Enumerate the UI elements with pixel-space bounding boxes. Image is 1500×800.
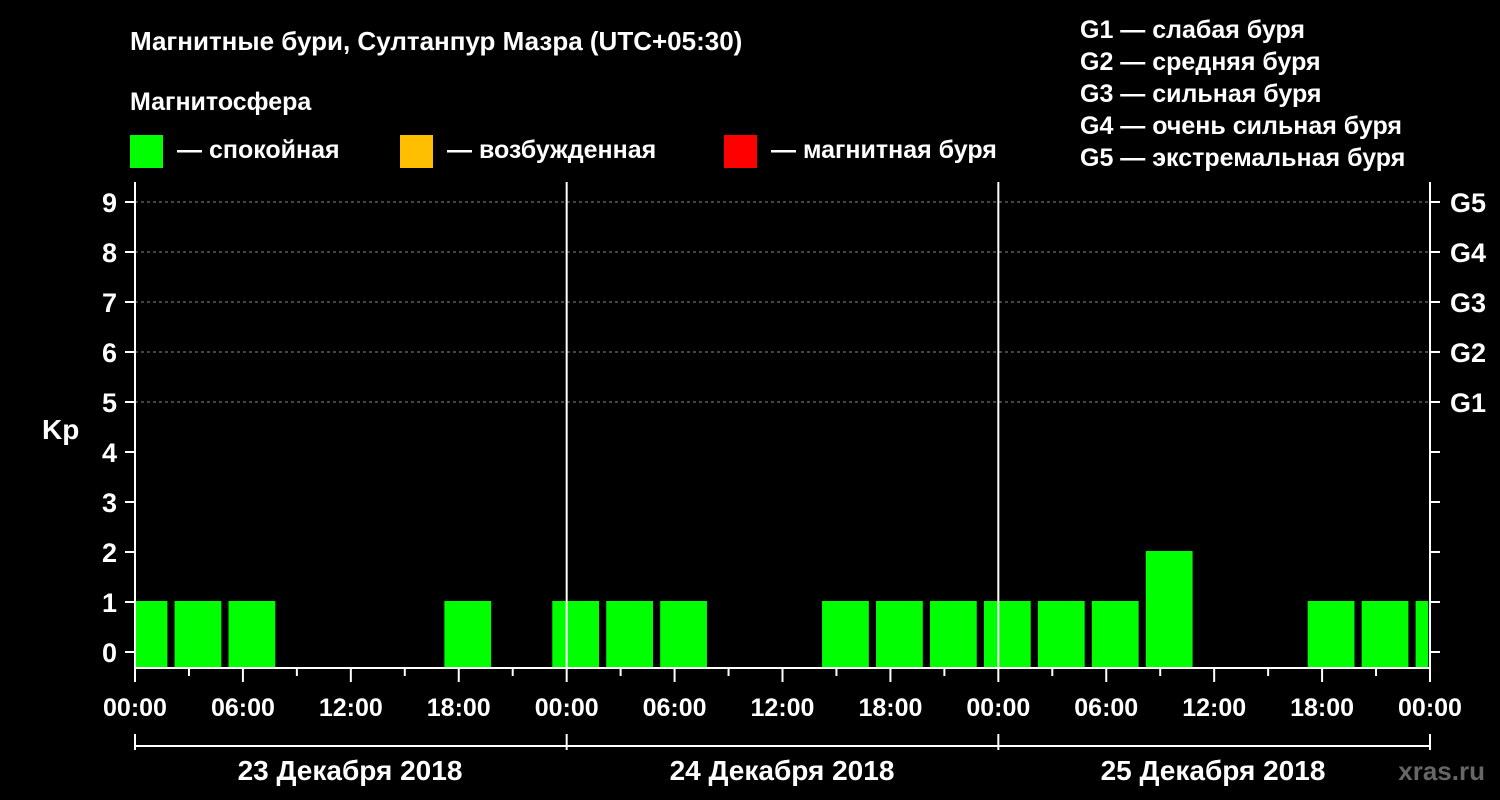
g-level-label: G2 bbox=[1450, 338, 1486, 368]
x-tick-label: 06:00 bbox=[211, 694, 275, 722]
kp-bar-14 bbox=[1307, 601, 1355, 668]
day-label-3: 25 Декабря 2018 bbox=[1101, 755, 1326, 786]
x-tick-label: 00:00 bbox=[966, 694, 1030, 722]
g-scale-g1: G1 — слабая буря bbox=[1080, 16, 1305, 44]
kp-bar-0 bbox=[135, 601, 168, 668]
y-tick-label: 5 bbox=[102, 388, 117, 418]
g-level-label: G1 bbox=[1450, 388, 1486, 418]
legend-label-quiet: — спокойная bbox=[177, 136, 340, 164]
g-scale-g4: G4 — очень сильная буря bbox=[1080, 112, 1402, 140]
y-tick-label: 7 bbox=[102, 288, 117, 318]
y-tick-label: 6 bbox=[102, 338, 117, 368]
x-tick-label: 06:00 bbox=[1074, 694, 1138, 722]
plot-area: 0 1 2 3 4 5 6 7 8 9 G1 G2 G3 G4 G5 00:00 06:00 12:00 18:00… bbox=[102, 182, 1486, 750]
legend-swatch-active bbox=[400, 135, 433, 168]
kp-bar-9 bbox=[929, 601, 977, 668]
x-tick-label: 00:00 bbox=[1398, 694, 1462, 722]
g-scale-g2: G2 — средняя буря bbox=[1080, 48, 1321, 76]
x-tick-label: 12:00 bbox=[751, 694, 815, 722]
y-tick-label: 0 bbox=[102, 638, 117, 668]
day-label-1: 23 Декабря 2018 bbox=[238, 755, 463, 786]
x-tick-label: 00:00 bbox=[103, 694, 167, 722]
y-tick-label: 1 bbox=[102, 588, 117, 618]
y-tick-label: 3 bbox=[102, 488, 117, 518]
g-scale-g3: G3 — сильная буря bbox=[1080, 80, 1322, 108]
x-tick-label: 18:00 bbox=[427, 694, 491, 722]
kp-bar-7 bbox=[822, 601, 869, 668]
y-axis-label: Kp bbox=[42, 414, 79, 445]
kp-bar-8 bbox=[876, 601, 923, 668]
x-tick-label: 18:00 bbox=[858, 694, 922, 722]
x-tick-label: 12:00 bbox=[319, 694, 383, 722]
y-tick-label: 8 bbox=[102, 238, 117, 268]
legend-label-active: — возбужденная bbox=[447, 136, 656, 164]
legend-swatch-quiet bbox=[130, 135, 163, 168]
kp-bar-3 bbox=[444, 601, 492, 668]
y-tick-label: 2 bbox=[102, 538, 117, 568]
kp-bar-10 bbox=[983, 601, 1031, 668]
y-tick-label: 4 bbox=[102, 438, 117, 468]
kp-bar-15 bbox=[1361, 601, 1409, 668]
site-watermark: xras.ru bbox=[1398, 756, 1485, 786]
x-tick-label: 00:00 bbox=[535, 694, 599, 722]
chart-title: Магнитные бури, Султанпур Мазра (UTC+05:… bbox=[130, 26, 742, 56]
day-label-2: 24 Декабря 2018 bbox=[670, 755, 895, 786]
kp-bar-11 bbox=[1037, 601, 1085, 668]
g-level-label: G4 bbox=[1450, 238, 1486, 268]
legend-label-storm: — магнитная буря bbox=[771, 136, 997, 164]
kp-bar-6 bbox=[660, 601, 707, 668]
legend-heading: Магнитосфера bbox=[130, 88, 312, 116]
kp-bar-2 bbox=[228, 601, 276, 668]
kp-bar-5 bbox=[606, 601, 653, 668]
x-tick-label: 12:00 bbox=[1182, 694, 1246, 722]
kp-chart: Магнитные бури, Султанпур Мазра (UTC+05:… bbox=[42, 16, 1486, 786]
kp-bar-16 bbox=[1415, 601, 1429, 668]
g-level-label: G5 bbox=[1450, 188, 1486, 218]
kp-bar-4 bbox=[552, 601, 600, 668]
x-tick-label: 06:00 bbox=[643, 694, 707, 722]
g-level-label: G3 bbox=[1450, 288, 1486, 318]
x-tick-label: 18:00 bbox=[1290, 694, 1354, 722]
kp-bar-13 bbox=[1145, 551, 1193, 668]
y-tick-label: 9 bbox=[102, 188, 117, 218]
legend-swatch-storm bbox=[724, 135, 757, 168]
kp-bar-12 bbox=[1091, 601, 1139, 668]
kp-bar-1 bbox=[174, 601, 222, 668]
g-scale-g5: G5 — экстремальная буря bbox=[1080, 144, 1405, 172]
